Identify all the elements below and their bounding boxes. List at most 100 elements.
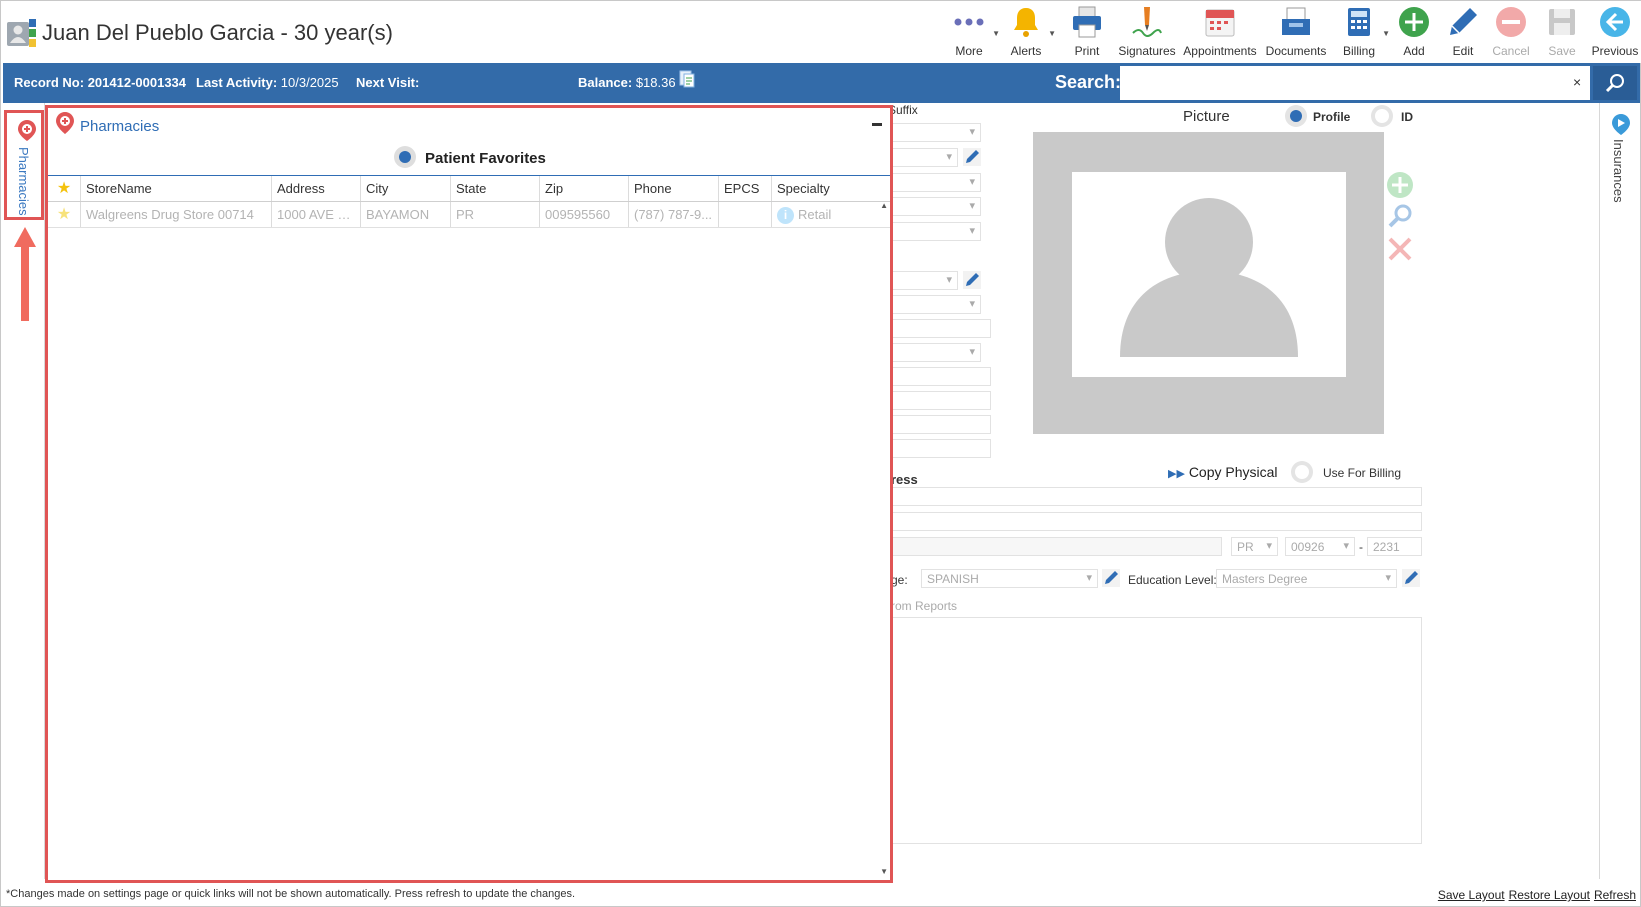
use-for-billing-radio[interactable] bbox=[1291, 461, 1313, 483]
zip-ext-input[interactable]: 2231 bbox=[1367, 537, 1422, 556]
demographics-field-12[interactable] bbox=[881, 415, 991, 434]
back-arrow-icon bbox=[1600, 7, 1630, 37]
refresh-link[interactable]: Refresh bbox=[1594, 888, 1636, 902]
search-input[interactable] bbox=[1120, 66, 1590, 100]
more-button[interactable]: More ▼ bbox=[944, 5, 1000, 61]
zip-select[interactable]: 00926 bbox=[1285, 537, 1355, 556]
address-line-2-input[interactable] bbox=[881, 512, 1422, 531]
edit-pencil-icon[interactable] bbox=[1102, 569, 1120, 587]
edit-pencil-icon[interactable] bbox=[1402, 569, 1420, 587]
save-layout-link[interactable]: Save Layout bbox=[1438, 888, 1505, 902]
add-picture-icon[interactable] bbox=[1386, 171, 1414, 199]
notes-textarea[interactable] bbox=[881, 617, 1422, 844]
scroll-up-icon[interactable]: ▲ bbox=[880, 201, 888, 210]
demographics-select-4[interactable] bbox=[881, 197, 981, 216]
footer-note: *Changes made on settings page or quick … bbox=[6, 888, 576, 900]
column-header-state[interactable]: State bbox=[451, 176, 540, 201]
column-header-zip[interactable]: Zip bbox=[540, 176, 629, 201]
zoom-picture-icon[interactable] bbox=[1386, 203, 1414, 231]
balance-value: $18.36 bbox=[635, 75, 676, 90]
profile-label: Profile bbox=[1313, 110, 1351, 124]
education-level-select[interactable]: Masters Degree bbox=[1216, 569, 1397, 588]
pharmacies-rail-tab[interactable]: Pharmacies bbox=[4, 110, 44, 220]
column-header-city[interactable]: City bbox=[361, 176, 451, 201]
save-label: Save bbox=[1548, 44, 1576, 58]
table-row[interactable]: ★ Walgreens Drug Store 00714 1000 AVE R.… bbox=[48, 202, 890, 228]
copy-physical-label: Copy Physical bbox=[1188, 464, 1278, 480]
insurance-tag-icon bbox=[1612, 114, 1630, 135]
favorite-column-header[interactable]: ★ bbox=[48, 176, 81, 201]
next-visit: Next Visit: bbox=[356, 75, 419, 90]
demographics-field-10[interactable] bbox=[881, 367, 991, 386]
language-select[interactable]: SPANISH bbox=[921, 569, 1098, 588]
last-activity-label: Last Activity: bbox=[196, 75, 278, 90]
cell-address: 1000 AVE R... bbox=[272, 202, 361, 227]
delete-picture-icon[interactable] bbox=[1386, 235, 1414, 263]
suffix-select[interactable] bbox=[881, 123, 981, 142]
info-icon[interactable]: i bbox=[777, 207, 794, 225]
address-line-1-input[interactable] bbox=[881, 487, 1422, 506]
search-button[interactable] bbox=[1593, 66, 1637, 100]
documents-button[interactable]: Documents bbox=[1262, 5, 1330, 61]
balance: Balance: $18.36 bbox=[578, 75, 676, 90]
favorite-toggle[interactable]: ★ bbox=[48, 202, 81, 227]
cell-storename: Walgreens Drug Store 00714 bbox=[81, 202, 272, 227]
pharmacies-grid: ★ StoreName Address City State Zip Phone… bbox=[48, 175, 890, 228]
column-header-specialty[interactable]: Specialty bbox=[772, 176, 840, 201]
print-button[interactable]: Print bbox=[1058, 5, 1116, 61]
demographics-field-13[interactable] bbox=[881, 439, 991, 458]
copy-physical-link[interactable]: ▶▶ Copy Physical bbox=[1168, 464, 1278, 480]
balance-details-icon[interactable] bbox=[679, 70, 695, 88]
demographics-field-11[interactable] bbox=[881, 391, 991, 410]
insurances-rail-label: Insurances bbox=[1611, 139, 1626, 203]
star-icon: ★ bbox=[56, 206, 72, 223]
scroll-down-icon[interactable]: ▼ bbox=[880, 867, 888, 876]
signatures-button[interactable]: Signatures bbox=[1116, 5, 1178, 61]
edit-button[interactable]: Edit bbox=[1440, 5, 1486, 61]
billing-button[interactable]: Billing ▼ bbox=[1330, 5, 1390, 61]
column-header-epcs[interactable]: EPCS bbox=[719, 176, 772, 201]
left-side-rail: Pharmacies bbox=[3, 103, 45, 879]
search-clear-icon[interactable]: × bbox=[1573, 74, 1581, 90]
add-button[interactable]: Add bbox=[1388, 5, 1440, 61]
patient-favorites-radio[interactable] bbox=[394, 146, 416, 168]
cancel-button[interactable]: Cancel bbox=[1486, 5, 1536, 61]
demographics-select-9[interactable] bbox=[881, 343, 981, 362]
alerts-button[interactable]: Alerts ▼ bbox=[994, 5, 1058, 61]
fast-forward-icon: ▶▶ bbox=[1168, 468, 1185, 480]
demographics-select-7[interactable] bbox=[881, 295, 981, 314]
pharmacy-location-icon bbox=[56, 112, 74, 134]
state-value: PR bbox=[1237, 540, 1254, 554]
demographics-select-5[interactable] bbox=[881, 222, 981, 241]
right-side-rail: Insurances bbox=[1599, 103, 1640, 879]
language-value: SPANISH bbox=[927, 572, 979, 586]
id-radio[interactable] bbox=[1371, 105, 1393, 127]
pharmacies-panel: Pharmacies ▬ Patient Favorites ★ StoreNa… bbox=[45, 105, 893, 883]
state-select[interactable]: PR bbox=[1231, 537, 1278, 556]
pin-icon[interactable]: ▬ bbox=[872, 118, 882, 129]
cancel-minus-icon bbox=[1496, 7, 1526, 37]
column-header-storename[interactable]: StoreName bbox=[81, 176, 272, 201]
city-input[interactable] bbox=[881, 537, 1222, 556]
documents-tray-icon bbox=[1282, 7, 1310, 35]
id-label: ID bbox=[1401, 110, 1413, 124]
restore-layout-link[interactable]: Restore Layout bbox=[1509, 888, 1590, 902]
previous-button[interactable]: Previous bbox=[1588, 5, 1641, 61]
column-header-phone[interactable]: Phone bbox=[629, 176, 719, 201]
alerts-label: Alerts bbox=[1010, 44, 1042, 58]
column-header-address[interactable]: Address bbox=[272, 176, 361, 201]
appointments-button[interactable]: Appointments bbox=[1178, 5, 1262, 61]
billing-label: Billing bbox=[1342, 44, 1375, 58]
save-button[interactable]: Save bbox=[1536, 5, 1588, 61]
demographics-select-3[interactable] bbox=[881, 173, 981, 192]
last-activity: Last Activity: 10/3/2025 bbox=[196, 75, 339, 90]
appointments-label: Appointments bbox=[1183, 44, 1257, 58]
demographics-field-8[interactable] bbox=[881, 319, 991, 338]
edit-pencil-icon[interactable] bbox=[963, 271, 981, 289]
signatures-label: Signatures bbox=[1118, 44, 1176, 58]
profile-radio[interactable] bbox=[1285, 105, 1307, 127]
grid-header-row: ★ StoreName Address City State Zip Phone… bbox=[48, 176, 890, 202]
education-level-label: Education Level: bbox=[1128, 573, 1217, 587]
patient-picture bbox=[1033, 132, 1384, 434]
edit-pencil-icon[interactable] bbox=[963, 148, 981, 166]
